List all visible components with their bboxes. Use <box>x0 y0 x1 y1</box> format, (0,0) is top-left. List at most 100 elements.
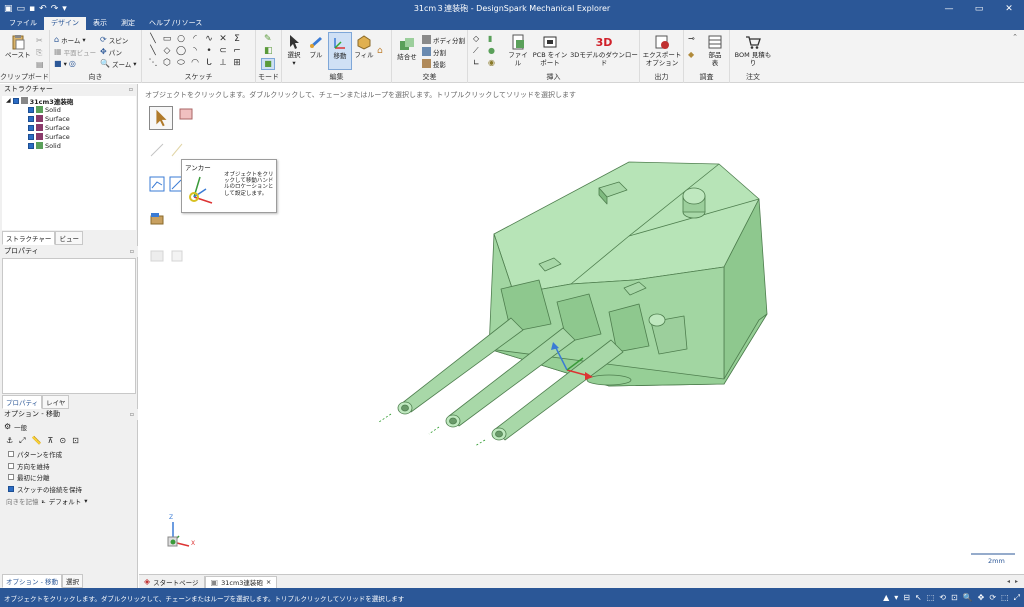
image-icon[interactable]: ◉ <box>488 58 495 67</box>
section-mode-icon[interactable]: ◧ <box>264 46 273 56</box>
combine-button[interactable]: 結合せ <box>394 36 420 61</box>
tree-root[interactable]: ◢ 31cm3連装砲 <box>2 96 136 106</box>
selection-mode-icon[interactable]: ⊡ <box>951 593 958 602</box>
tab-display[interactable]: 表示 <box>86 17 114 30</box>
cut-icon[interactable]: ✂ <box>36 36 45 45</box>
navigate-icon[interactable]: ⤢ <box>1014 593 1020 603</box>
move-grid-icon[interactable]: ⊞ <box>230 57 244 69</box>
home-button[interactable]: ⌂ ホーム ▾ <box>54 34 86 45</box>
three-point-circle-icon[interactable]: ◯ <box>174 45 188 57</box>
tree-item[interactable]: Surface <box>2 132 136 141</box>
direction-dropdown[interactable]: デフォルト <box>49 496 82 506</box>
warning-icon[interactable]: ▲ <box>883 593 889 602</box>
plane-view-button[interactable]: ▦ 平面ビュー <box>54 46 96 57</box>
pull-button[interactable]: プル <box>306 34 326 59</box>
sphere-icon[interactable]: ● <box>488 46 495 55</box>
spline-icon[interactable]: ∿ <box>202 33 216 45</box>
tree-item[interactable]: Solid <box>2 105 136 114</box>
keep-sketch-checkbox[interactable] <box>8 485 14 492</box>
maximize-icon[interactable]: ▭ <box>964 0 994 17</box>
measure-icon[interactable]: ⊸ <box>688 34 695 43</box>
construction-line-icon[interactable]: ⋱ <box>146 57 160 69</box>
general-section[interactable]: ⚙ 一般 <box>0 421 138 433</box>
tab-help[interactable]: ヘルプ /リソース <box>142 17 209 30</box>
parts-table-button[interactable]: 部品 表 <box>702 34 728 67</box>
circle-icon[interactable]: ○ <box>174 33 188 45</box>
move-button[interactable]: 移動 <box>328 32 352 70</box>
sigma-icon[interactable]: Σ <box>230 33 244 45</box>
point-icon[interactable]: • <box>202 45 216 57</box>
filter-icon[interactable]: ⊟ <box>903 593 910 602</box>
trim-icon[interactable]: ✕ <box>216 33 230 45</box>
tab-layers[interactable]: レイヤ <box>42 395 70 409</box>
qa-dropdown-icon[interactable]: ▾ <box>62 4 67 14</box>
origin-icon[interactable]: ∟ <box>473 58 480 67</box>
tab-structure[interactable]: ストラクチャー <box>2 231 56 245</box>
turret-model[interactable] <box>139 84 1024 574</box>
detach-first-option[interactable]: 最初に分離 <box>0 472 138 484</box>
view-status-icon[interactable]: ⬚ <box>1001 593 1009 602</box>
insert-file-button[interactable]: ファイル <box>506 34 530 67</box>
zoom-status-icon[interactable]: 🔍 <box>963 593 973 602</box>
tangent-line-icon[interactable]: ╲ <box>146 45 160 57</box>
tree-item[interactable]: Surface <box>2 114 136 123</box>
pattern-option[interactable]: パターンを作成 <box>0 449 138 461</box>
rectangle-icon[interactable]: ▭ <box>160 33 174 45</box>
select-arrow-status-icon[interactable]: ↖ <box>915 593 922 602</box>
replace-icon[interactable]: ⌂ <box>377 46 383 56</box>
sweep-arc-icon[interactable]: ◝ <box>188 45 202 57</box>
close-icon[interactable]: ✕ <box>994 0 1024 17</box>
split-body-button[interactable]: ボディ分割 <box>422 34 465 45</box>
pan-status-icon[interactable]: ✥ <box>978 593 985 602</box>
copy-icon[interactable]: ⎘ <box>36 48 45 57</box>
detach-first-checkbox[interactable] <box>8 474 14 481</box>
visibility-checkbox[interactable] <box>28 142 34 149</box>
zoom-button[interactable]: 🔍 ズーム ▾ <box>100 58 137 69</box>
pin-icon[interactable]: ▫ <box>130 409 134 420</box>
detach-icon[interactable]: ⊡ <box>72 436 79 445</box>
tab-start-page[interactable]: ◈ スタートページ <box>139 575 205 588</box>
sketch-mode-icon[interactable]: ✎ <box>264 34 272 44</box>
three-point-arc-icon[interactable]: ◠ <box>188 57 202 69</box>
box-select-icon[interactable]: ⬚ <box>927 593 935 602</box>
move-direction-icon[interactable]: ⤢ <box>19 436 25 446</box>
view-cube-button[interactable]: ■ ▾ ◎ <box>54 58 76 69</box>
three-point-rect-icon[interactable]: ◇ <box>160 45 174 57</box>
arc-icon[interactable]: ◜ <box>188 33 202 45</box>
chevron-down-icon[interactable]: ▾ <box>84 497 87 505</box>
tab-properties[interactable]: プロパティ <box>2 395 43 409</box>
format-icon[interactable]: ▤ <box>36 60 45 69</box>
visibility-checkbox[interactable] <box>28 124 34 131</box>
mass-icon[interactable]: ◆ <box>688 50 694 59</box>
export-options-button[interactable]: エクスポート オプション <box>642 34 682 67</box>
visibility-checkbox[interactable] <box>28 115 34 122</box>
up-to-icon[interactable]: ⊼ <box>48 436 54 445</box>
pivot-icon[interactable]: ⊙ <box>59 436 66 445</box>
project-icon[interactable]: ⟂ <box>216 57 230 69</box>
tree-item[interactable]: Surface <box>2 123 136 132</box>
tab-document[interactable]: ▣ 31cm3連装砲 × <box>204 575 278 588</box>
pattern-checkbox[interactable] <box>8 451 14 458</box>
spin-button[interactable]: ⟳ スピン <box>100 34 128 45</box>
offset-icon[interactable]: ⊂ <box>216 45 230 57</box>
3d-viewport[interactable]: オブジェクトをクリックします。ダブルクリックして、チェーンまたはループを選択しま… <box>139 84 1024 574</box>
project-button[interactable]: 投影 <box>422 58 446 69</box>
tab-options-move[interactable]: オプション - 移動 <box>2 574 62 588</box>
anchor-tool-icon[interactable]: ⚓ <box>6 436 13 445</box>
pcb-import-button[interactable]: PCB をイン ポート <box>533 34 567 67</box>
lasso-icon[interactable]: ⟲ <box>939 593 946 602</box>
tree-item[interactable]: Solid <box>2 141 136 150</box>
download-3d-button[interactable]: 3D 3Dモデルのダウンロード <box>570 34 638 67</box>
barrel-left[interactable] <box>400 317 524 413</box>
pin-icon[interactable]: ▫ <box>130 246 134 257</box>
axis-icon[interactable]: ⟋ <box>473 46 479 56</box>
minimize-icon[interactable]: — <box>934 0 964 17</box>
undo-icon[interactable]: ↶ <box>39 4 47 14</box>
tab-scroll-right-icon[interactable]: ▸ <box>1015 578 1018 585</box>
tab-measure[interactable]: 測定 <box>114 17 142 30</box>
line-icon[interactable]: ╲ <box>146 33 160 45</box>
select-button[interactable]: 選択 ▾ <box>285 34 303 67</box>
tab-select[interactable]: 選択 <box>61 574 83 588</box>
keep-orientation-option[interactable]: 方向を維持 <box>0 460 138 472</box>
bend-icon[interactable]: ᒐ <box>202 57 216 69</box>
